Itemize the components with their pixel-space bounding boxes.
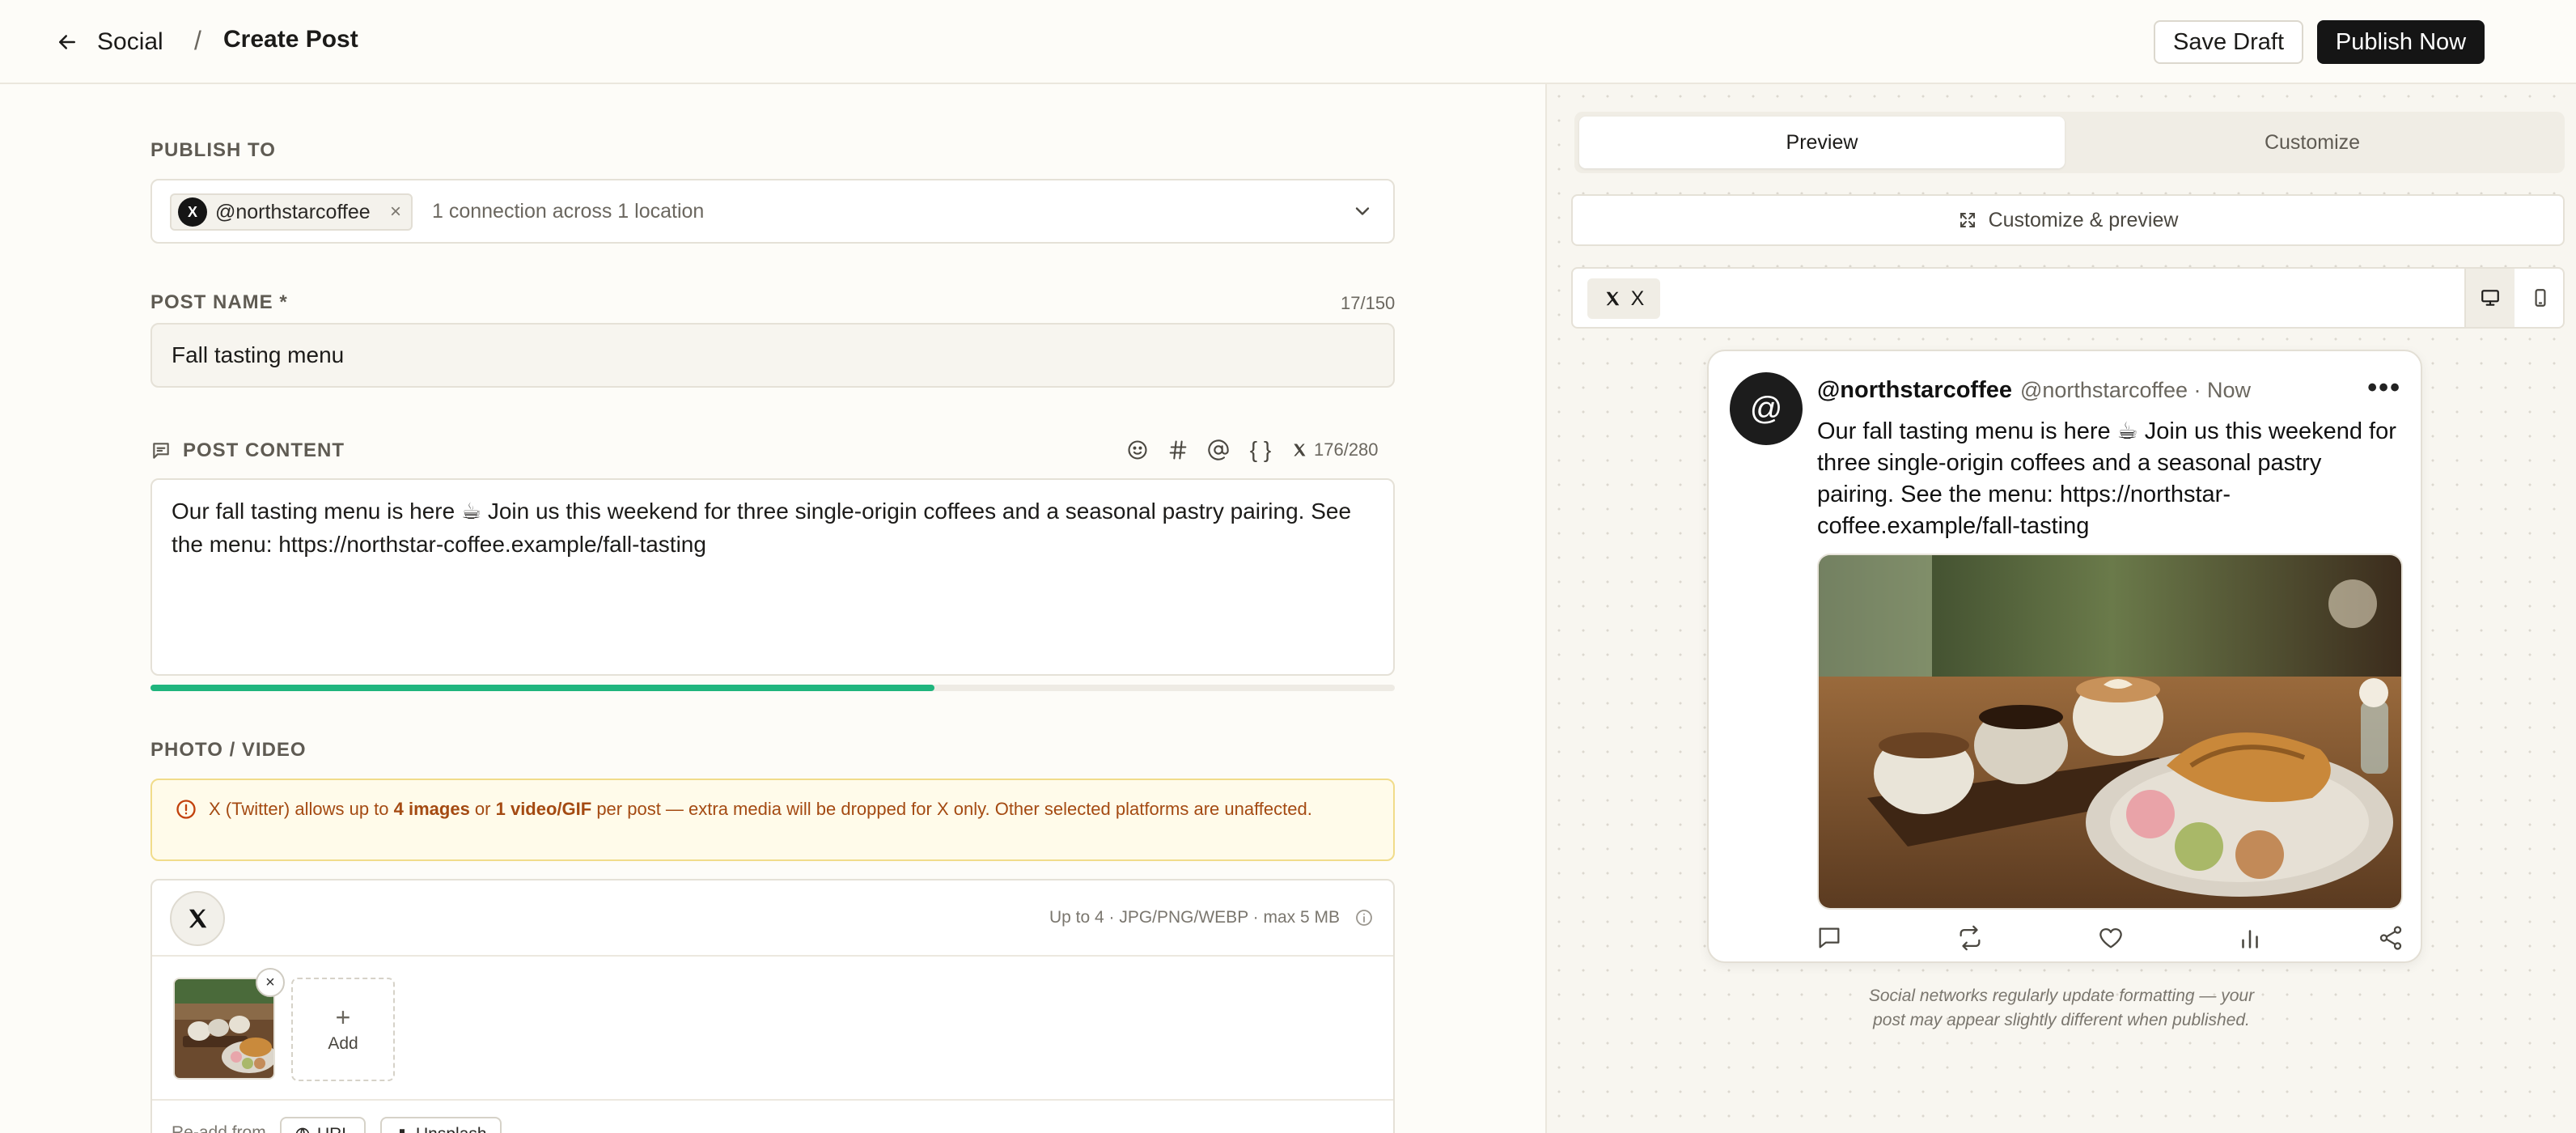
character-progress-fill [150,685,934,691]
x-media-warning: X (Twitter) allows up to 4 images or 1 v… [150,779,1395,861]
x-platform-tab[interactable] [170,891,225,946]
tweet-header: @northstarcoffee @northstarcoffee · Now [1817,377,2251,404]
network-chip-x[interactable]: X [1587,278,1660,319]
share-button[interactable] [2377,924,2404,952]
comment-icon [153,443,169,459]
mobile-view-button[interactable] [2516,269,2565,327]
thumbnail-image [175,979,273,1078]
mobile-icon [2535,289,2546,307]
avatar: @ [1730,372,1803,445]
add-media-label: Add [328,1034,358,1053]
x-logo-icon: X [178,197,207,227]
save-draft-button[interactable]: Save Draft [2154,20,2303,64]
repost-icon [1960,925,1981,951]
connection-summary: 1 connection across 1 location [432,200,705,223]
post-content-text: Our fall tasting menu is here ☕ Join us … [172,499,1352,557]
unsplash-source-label: Unsplash [416,1125,487,1133]
more-options-icon[interactable]: ••• [2367,372,2401,404]
photo-video-label: PHOTO / VIDEO [150,739,307,761]
tweet-handle-time: @northstarcoffee · Now [2019,378,2252,402]
post-content-textarea[interactable]: Our fall tasting menu is here ☕ Join us … [150,478,1395,676]
media-uploader: Up to 4 · JPG/PNG/WEBP · max 5 MB × + Ad… [150,879,1395,1133]
plus-icon: + [335,1003,351,1032]
arrow-left-icon [59,35,75,49]
customize-preview-label: Customize & preview [1988,208,2179,231]
like-button[interactable] [2097,924,2125,952]
variables-button[interactable]: { } [1248,437,1273,463]
url-source-label: URL [317,1125,351,1133]
warning-text: X (Twitter) allows up to 4 images or 1 v… [209,799,1312,819]
content-toolbar: { } 176/280 [1126,437,1379,463]
warning-bold-video: 1 video/GIF [495,799,592,819]
share-icon [2379,926,2402,950]
mention-icon[interactable] [1207,439,1230,461]
emoji-icon[interactable] [1126,439,1149,461]
media-header: Up to 4 · JPG/PNG/WEBP · max 5 MB [152,881,1393,957]
breadcrumb-separator: / [194,26,201,55]
alert-circle-icon [176,800,196,819]
repost-button[interactable] [1956,924,1984,952]
publish-to-label: PUBLISH TO [150,139,276,161]
add-media-button[interactable]: + Add [291,978,395,1081]
expand-icon [1960,213,1975,227]
tab-customize[interactable]: Customize [2070,117,2555,168]
readd-label: Re-add from [172,1123,266,1133]
globe-icon [295,1127,310,1133]
x-logo-icon [1294,443,1306,456]
info-icon[interactable] [1354,908,1374,927]
post-name-input[interactable]: Fall tasting menu [150,323,1395,388]
post-content-header: POST CONTENT [150,439,345,462]
preview-panel: Preview Customize Customize & preview X … [1545,84,2576,1133]
desktop-view-button[interactable] [2466,269,2515,327]
publish-now-button[interactable]: Publish Now [2317,20,2485,64]
warning-bold-images: 4 images [393,799,470,819]
remove-media-button[interactable]: × [256,968,285,997]
coffee-pastry-photo [1819,555,2401,908]
remove-account-button[interactable]: × [390,201,401,223]
preview-tabs: Preview Customize [1574,112,2565,173]
hashtag-icon[interactable] [1167,439,1189,461]
network-chip-label: X [1630,286,1645,310]
tab-preview[interactable]: Preview [1579,117,2065,168]
like-icon [2099,928,2122,948]
publish-to-select[interactable]: X @northstarcoffee × 1 connection across… [150,179,1395,244]
post-name-label: POST NAME * [150,291,288,313]
stats-icon [2242,930,2258,948]
x-counter-value: 176/280 [1314,439,1379,460]
post-name-counter: 17/150 [1341,293,1396,313]
unsplash-source-button[interactable]: Unsplash [380,1117,502,1133]
preview-disclaimer: Social networks regularly update formatt… [1868,987,2255,1029]
x-character-counter: 176/280 [1291,439,1379,460]
reply-icon [1819,927,1840,948]
x-logo-icon [189,909,207,928]
top-bar: Social / Create Post Save Draft Publish … [0,0,2576,84]
stats-button[interactable] [2236,924,2264,952]
post-name-value: Fall tasting menu [172,342,345,367]
back-link[interactable]: Social [55,24,163,60]
tweet-actions [1815,924,2406,957]
tweet-preview-card: @ @northstarcoffee @northstarcoffee · No… [1707,350,2422,963]
character-progress [150,685,1395,691]
tweet-text: Our fall tasting menu is here ☕ Join us … [1817,418,2396,539]
customize-preview-button[interactable]: Customize & preview [1571,194,2565,246]
post-content-label: POST CONTENT [183,439,345,461]
url-source-button[interactable]: URL [280,1117,366,1133]
tweet-author-name: @northstarcoffee [1817,377,2012,403]
network-selector: X [1571,267,2565,329]
desktop-icon [2481,290,2499,306]
back-label: Social [97,28,163,55]
account-chip-label: @northstarcoffee [215,200,371,223]
reply-button[interactable] [1815,924,1843,952]
media-footer: Re-add from URL Unsplash [152,1099,1393,1133]
device-toggle [2464,269,2563,327]
media-limits: Up to 4 · JPG/PNG/WEBP · max 5 MB [1049,908,1340,927]
account-chip[interactable]: X @northstarcoffee × [170,193,413,231]
x-logo-icon [1606,291,1619,306]
chevron-down-icon[interactable] [1351,200,1374,223]
tweet-image [1817,554,2403,910]
page-title: Create Post [223,26,358,53]
unsplash-icon [400,1129,405,1133]
